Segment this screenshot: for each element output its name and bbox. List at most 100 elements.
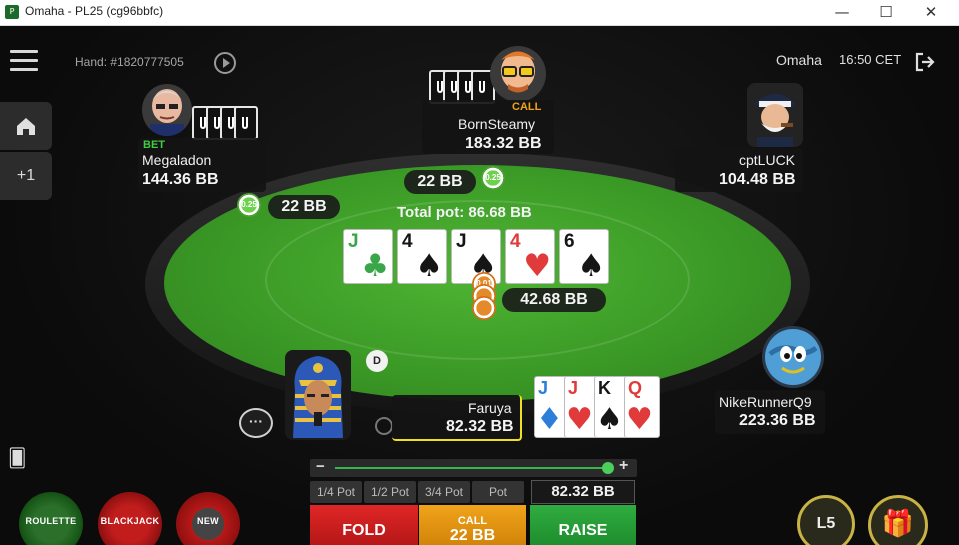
- call-button[interactable]: CALL 22 BB: [419, 505, 526, 545]
- card-rank: 4: [402, 231, 413, 252]
- avatar-megaladon[interactable]: [142, 84, 192, 136]
- minimize-button[interactable]: —: [819, 0, 865, 26]
- avatar-nikerunner[interactable]: [762, 326, 824, 388]
- player-action: BET: [143, 139, 165, 151]
- card-suit: ♦: [536, 402, 563, 437]
- player-stack: 223.36 BB: [739, 412, 816, 429]
- fold-button[interactable]: FOLD: [310, 505, 418, 545]
- avatar-face: [755, 94, 795, 147]
- raise-button[interactable]: RAISE: [530, 505, 636, 545]
- chat-icon[interactable]: ···: [239, 408, 273, 438]
- seat-target-icon[interactable]: [375, 417, 393, 435]
- bet-chip: 0.25: [481, 166, 505, 190]
- card-suit: ♥: [626, 402, 653, 437]
- avatar-face: [765, 329, 821, 385]
- promo-blackjack-button[interactable]: BLACKJACK: [98, 492, 162, 545]
- hero-box: Faruya 82.32 BB: [392, 395, 522, 441]
- slider-track[interactable]: [335, 467, 610, 469]
- avatar-bornsteamy[interactable]: [490, 46, 546, 102]
- player-name: Megaladon: [142, 152, 212, 168]
- promo-new-game-button[interactable]: NEW: [176, 492, 240, 545]
- card-suit: ♣: [361, 248, 389, 284]
- cards-icon[interactable]: 🂠: [8, 448, 26, 469]
- card-rank: Q: [628, 378, 643, 398]
- card-rank: K: [598, 378, 611, 398]
- maximize-button[interactable]: ☐: [863, 0, 909, 26]
- card-rank: J: [348, 231, 359, 252]
- player-name: BornSteamy: [458, 116, 536, 132]
- bet-amount-megaladon: 22 BB: [268, 195, 340, 219]
- card-rank: J: [568, 378, 579, 398]
- board-card: 6 ♠: [559, 229, 609, 284]
- promo-blackjack-label: BLACKJACK: [100, 516, 160, 526]
- total-pot: Total pot: 86.68 BB: [397, 204, 532, 221]
- player-stack: 104.48 BB: [719, 171, 796, 188]
- player-box-cptluck[interactable]: cptLUCK 104.48 BB: [675, 148, 803, 192]
- player-stack: 144.36 BB: [142, 171, 219, 188]
- card-rank: J: [456, 231, 467, 252]
- window-title: Omaha - PL25 (cg96bbfc): [25, 4, 164, 18]
- dealer-button: D: [366, 350, 388, 372]
- preset-three-quarter-pot-button[interactable]: 3/4 Pot: [418, 481, 470, 503]
- board-card: 4 ♠: [397, 229, 447, 284]
- promo-new-label: NEW: [197, 516, 219, 526]
- slider-decrease-button[interactable]: −: [316, 458, 325, 475]
- pot-chip-stack: [472, 296, 496, 320]
- hand-id: Hand: #1820777505: [75, 55, 184, 69]
- avatar-face: [501, 51, 535, 93]
- hero-stack: 82.32 BB: [446, 418, 514, 435]
- bet-chip: 0.25: [237, 193, 261, 217]
- player-box-megaladon[interactable]: BET Megaladon 144.36 BB: [138, 138, 266, 192]
- card-suit: ♥: [523, 248, 551, 284]
- player-stack: 183.32 BB: [465, 135, 542, 152]
- card-suit: ♠: [415, 248, 443, 284]
- preset-pot-button[interactable]: Pot: [472, 481, 524, 503]
- hero-card: Q ♥: [624, 376, 660, 438]
- hamburger-menu-icon[interactable]: [10, 50, 38, 72]
- player-box-bornsteamy[interactable]: CALL BornSteamy 183.32 BB: [422, 100, 554, 154]
- game-type: Omaha: [776, 52, 822, 68]
- player-action: CALL: [512, 101, 542, 113]
- avatar-cptluck[interactable]: [747, 83, 803, 147]
- preset-quarter-pot-button[interactable]: 1/4 Pot: [310, 481, 362, 503]
- card-suit: ♥: [566, 402, 593, 437]
- card-suit: ♠: [577, 248, 605, 284]
- promo-roulette-label: ROULETTE: [25, 516, 77, 526]
- clock: 16:50 CET: [839, 52, 902, 67]
- call-amount: 22 BB: [449, 527, 496, 544]
- slider-thumb[interactable]: [602, 462, 614, 474]
- bet-amount-bornsteamy: 22 BB: [404, 170, 476, 194]
- main-pot: 42.68 BB: [502, 288, 606, 312]
- replay-icon[interactable]: [214, 52, 236, 74]
- raise-amount-input[interactable]: 82.32 BB: [531, 480, 635, 504]
- window-titlebar: P Omaha - PL25 (cg96bbfc) — ☐ ✕: [0, 0, 959, 26]
- preset-half-pot-button[interactable]: 1/2 Pot: [364, 481, 416, 503]
- gift-icon[interactable]: 🎁: [868, 495, 928, 545]
- lobby-button[interactable]: [0, 102, 52, 150]
- avatar-faruya[interactable]: [285, 350, 351, 440]
- player-name: cptLUCK: [739, 152, 796, 168]
- player-box-nikerunner[interactable]: NikeRunnerQ9 223.36 BB: [715, 390, 825, 434]
- player-name: NikeRunnerQ9: [719, 394, 812, 410]
- call-label: CALL: [457, 515, 488, 527]
- board-card: 4 ♥: [505, 229, 555, 284]
- add-table-button[interactable]: +1: [0, 152, 52, 200]
- avatar-face: [150, 89, 184, 136]
- slider-increase-button[interactable]: +: [619, 457, 628, 475]
- bet-slider[interactable]: − +: [310, 457, 637, 477]
- card-rank: 4: [510, 231, 521, 252]
- poker-table-window: P Omaha - PL25 (cg96bbfc) — ☐ ✕ Hand: #1…: [0, 0, 959, 545]
- hero-name: Faruya: [468, 400, 512, 416]
- home-icon: [17, 118, 35, 135]
- card-rank: 6: [564, 231, 575, 252]
- avatar-face: [293, 356, 343, 438]
- level-badge[interactable]: L5: [797, 495, 855, 545]
- exit-icon[interactable]: [914, 51, 936, 73]
- close-button[interactable]: ✕: [908, 0, 954, 26]
- card-rank: J: [538, 378, 549, 398]
- board-card: J ♣: [343, 229, 393, 284]
- card-suit: ♠: [596, 402, 623, 437]
- promo-roulette-button[interactable]: ROULETTE: [19, 492, 83, 545]
- hole-card-back: [234, 106, 258, 140]
- app-icon: P: [5, 5, 19, 19]
